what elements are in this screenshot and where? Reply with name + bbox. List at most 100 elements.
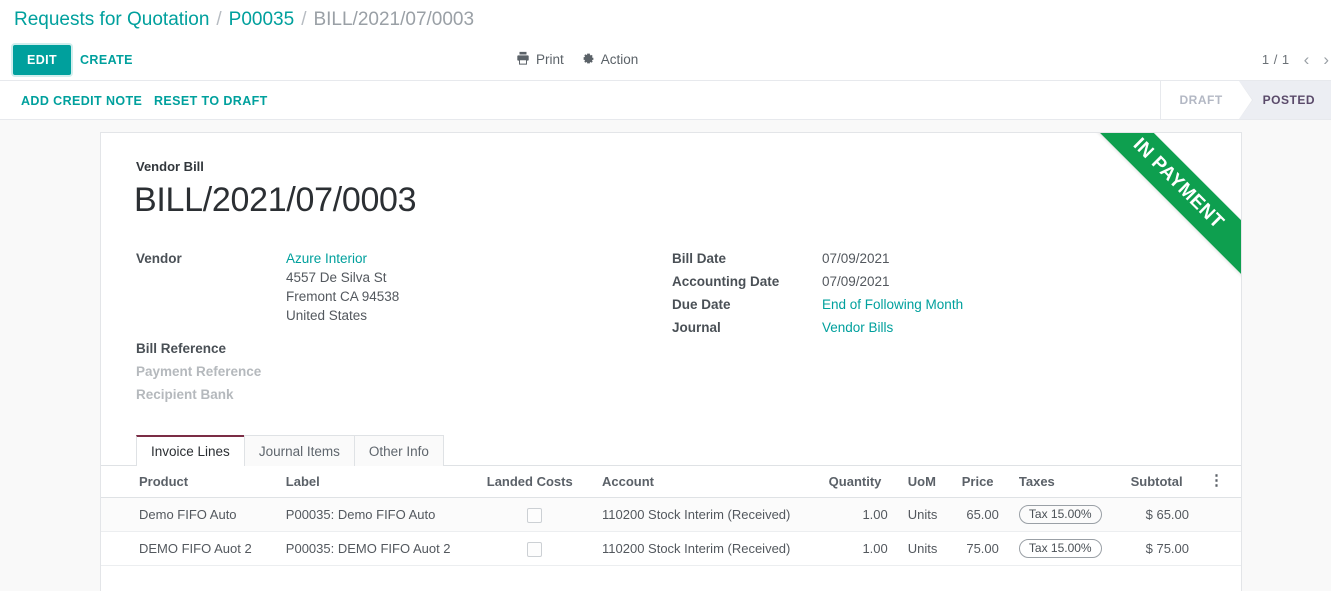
create-button[interactable]: CREATE	[72, 45, 141, 75]
pager-count: 1 / 1	[1261, 52, 1290, 67]
invoice-lines-table: Product Label Landed Costs Account Quant…	[101, 466, 1241, 566]
column-header-taxes[interactable]: Taxes	[1008, 466, 1121, 498]
tab-journal-items[interactable]: Journal Items	[243, 435, 355, 466]
print-button[interactable]: Print	[516, 51, 564, 68]
action-label: Action	[600, 52, 639, 67]
cell-options-spacer	[1199, 531, 1241, 566]
cell-account: 110200 Stock Interim (Received)	[592, 497, 819, 532]
journal-value[interactable]: Vendor Bills	[822, 320, 893, 335]
vendor-value-group: Azure Interior 4557 De Silva St Fremont …	[286, 251, 399, 323]
vendor-label: Vendor	[136, 251, 182, 266]
field-bill-date: Bill Date 07/09/2021	[672, 251, 1192, 266]
field-due-date: Due Date End of Following Month	[672, 297, 1192, 312]
cell-taxes: Tax 15.00%	[1008, 497, 1121, 532]
bill-date-label: Bill Date	[672, 251, 727, 266]
field-payment-reference: Payment Reference	[136, 364, 656, 379]
cell-uom: Units	[897, 531, 952, 566]
column-header-landed-costs[interactable]: Landed Costs	[476, 466, 593, 498]
vendor-address-city: Fremont CA 94538	[286, 289, 400, 304]
cell-options-spacer	[1199, 497, 1241, 532]
due-date-value[interactable]: End of Following Month	[822, 297, 963, 312]
tab-invoice-lines[interactable]: Invoice Lines	[136, 435, 245, 466]
add-credit-note-button[interactable]: ADD CREDIT NOTE	[21, 89, 142, 113]
status-action-bar: ADD CREDIT NOTE RESET TO DRAFT DRAFT POS…	[0, 81, 1331, 120]
vendor-address-country: United States	[286, 308, 368, 323]
notebook-tabs: Invoice Lines Journal Items Other Info	[101, 434, 1241, 466]
cell-subtotal: $ 65.00	[1120, 497, 1199, 532]
chevron-left-icon[interactable]: ‹	[1304, 51, 1310, 68]
cell-product: DEMO FIFO Auot 2	[101, 531, 276, 566]
cell-account: 110200 Stock Interim (Received)	[592, 531, 819, 566]
reset-to-draft-button[interactable]: RESET TO DRAFT	[154, 89, 268, 113]
page-title: BILL/2021/07/0003	[134, 181, 417, 219]
table-header-row: Product Label Landed Costs Account Quant…	[101, 466, 1241, 498]
column-header-product[interactable]: Product	[101, 466, 276, 498]
odoo-vendor-bill-form: Requests for Quotation / P00035 / BILL/2…	[0, 0, 1331, 591]
table-row[interactable]: Demo FIFO Auto P00035: Demo FIFO Auto 11…	[101, 497, 1241, 532]
breadcrumb-separator: /	[301, 9, 307, 30]
cell-label: P00035: DEMO FIFO Auot 2	[275, 531, 477, 566]
field-vendor: Vendor Azure Interior 4557 De Silva St F…	[136, 251, 656, 323]
accounting-date-label: Accounting Date	[672, 274, 780, 289]
left-field-column: Vendor Azure Interior 4557 De Silva St F…	[136, 251, 656, 410]
breadcrumb-item-requests-for-quotation[interactable]: Requests for Quotation	[14, 9, 209, 31]
bill-date-value[interactable]: 07/09/2021	[822, 251, 890, 266]
field-bill-reference: Bill Reference	[136, 341, 656, 356]
document-type-label: Vendor Bill	[136, 159, 204, 174]
print-label: Print	[536, 52, 564, 67]
right-field-column: Bill Date 07/09/2021 Accounting Date 07/…	[672, 251, 1192, 343]
statusbar: DRAFT POSTED	[1160, 81, 1331, 119]
cell-landed-costs	[476, 497, 593, 532]
recipient-bank-label: Recipient Bank	[136, 387, 234, 402]
tax-badge[interactable]: Tax 15.00%	[1018, 505, 1102, 524]
vendor-address-street: 4557 De Silva St	[286, 270, 387, 285]
breadcrumb-separator: /	[216, 9, 222, 30]
cell-landed-costs	[476, 531, 593, 566]
cell-uom: Units	[897, 497, 952, 532]
column-header-label[interactable]: Label	[275, 466, 477, 498]
table-row[interactable]: DEMO FIFO Auot 2 P00035: DEMO FIFO Auot …	[101, 531, 1241, 566]
cell-quantity: 1.00	[818, 531, 898, 566]
tax-badge[interactable]: Tax 15.00%	[1018, 539, 1102, 558]
status-stage-draft-label: DRAFT	[1179, 93, 1223, 107]
stage-arrow-fill	[1238, 81, 1252, 119]
printer-icon	[516, 51, 530, 68]
notebook: Invoice Lines Journal Items Other Info P…	[101, 434, 1241, 566]
field-accounting-date: Accounting Date 07/09/2021	[672, 274, 1192, 289]
payment-reference-label: Payment Reference	[136, 364, 262, 379]
column-header-uom[interactable]: UoM	[897, 466, 952, 498]
column-header-price[interactable]: Price	[951, 466, 1009, 498]
breadcrumb-item-p00035[interactable]: P00035	[229, 9, 295, 31]
status-stage-posted-label: POSTED	[1262, 93, 1315, 107]
pager: 1 / 1 ‹ ›	[1262, 51, 1331, 68]
vendor-name-link[interactable]: Azure Interior	[286, 251, 399, 266]
bill-reference-label: Bill Reference	[136, 341, 227, 356]
control-panel-actions: Print Action	[516, 51, 638, 68]
vertical-dots-icon[interactable]: ⋮	[1199, 466, 1241, 498]
cell-subtotal: $ 75.00	[1120, 531, 1199, 566]
chevron-right-icon[interactable]: ›	[1323, 51, 1329, 68]
cell-price: 75.00	[951, 531, 1009, 566]
journal-label: Journal	[672, 320, 721, 335]
gear-icon	[582, 52, 595, 68]
cell-label: P00035: Demo FIFO Auto	[275, 497, 477, 532]
field-journal: Journal Vendor Bills	[672, 320, 1192, 335]
tab-other-info[interactable]: Other Info	[353, 435, 444, 466]
landed-costs-checkbox[interactable]	[526, 507, 542, 523]
landed-costs-checkbox[interactable]	[526, 541, 542, 557]
breadcrumb: Requests for Quotation / P00035 / BILL/2…	[0, 0, 1331, 40]
accounting-date-value[interactable]: 07/09/2021	[822, 274, 890, 289]
action-button[interactable]: Action	[582, 52, 639, 68]
cell-quantity: 1.00	[818, 497, 898, 532]
column-header-quantity[interactable]: Quantity	[818, 466, 898, 498]
column-header-account[interactable]: Account	[592, 466, 819, 498]
edit-button[interactable]: EDIT	[13, 45, 72, 75]
cell-taxes: Tax 15.00%	[1008, 531, 1121, 566]
cell-product: Demo FIFO Auto	[101, 497, 276, 532]
field-recipient-bank: Recipient Bank	[136, 387, 656, 402]
status-stage-draft[interactable]: DRAFT	[1161, 81, 1253, 119]
breadcrumb-item-current-bill: BILL/2021/07/0003	[313, 9, 475, 30]
due-date-label: Due Date	[672, 297, 731, 312]
column-header-subtotal[interactable]: Subtotal	[1120, 466, 1199, 498]
cell-price: 65.00	[951, 497, 1009, 532]
